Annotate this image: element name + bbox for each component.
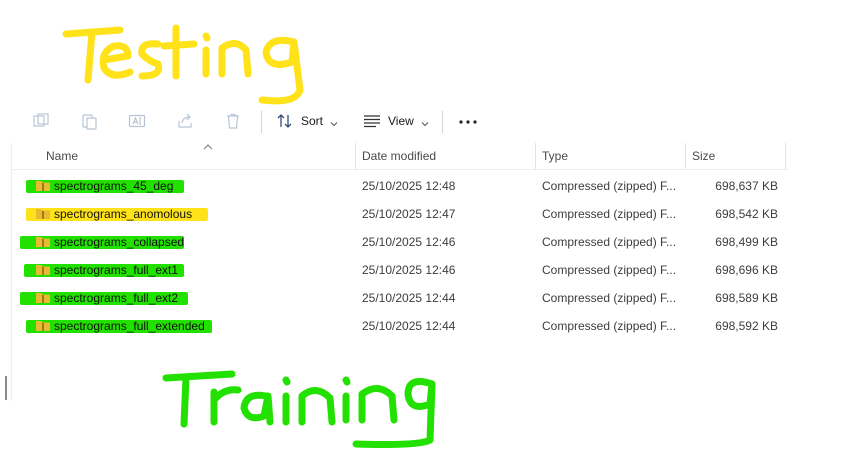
file-name: spectrograms_full_ext2 [54,291,179,305]
sort-button[interactable]: Sort [276,109,338,133]
new-item-icon[interactable] [32,112,50,130]
sort-ascending-icon [203,138,213,150]
zip-folder-icon [36,236,50,247]
column-resizer[interactable] [535,143,536,169]
column-resizer[interactable] [685,143,686,169]
zip-folder-icon [36,208,50,219]
column-name[interactable]: Name [46,143,78,169]
zip-folder-icon [36,264,50,275]
column-size[interactable]: Size [692,143,715,169]
file-name: spectrograms_full_extended [54,319,205,333]
file-date: 25/10/2025 12:47 [362,207,456,221]
file-type: Compressed (zipped) F... [542,319,677,333]
sort-icon [276,112,294,130]
sort-label: Sort [301,114,324,128]
file-size: 698,499 KB [715,235,778,249]
view-icon [363,112,381,130]
zip-folder-icon [36,292,50,303]
file-row[interactable]: spectrograms_45_deg 25/10/2025 12:48 Com… [12,172,788,200]
column-resizer[interactable] [785,143,786,169]
rename-icon[interactable] [128,112,146,130]
file-row[interactable]: spectrograms_anomolous 25/10/2025 12:47 … [12,200,788,228]
file-size: 698,589 KB [715,291,778,305]
column-type[interactable]: Type [542,143,568,169]
copy-icon[interactable] [80,112,98,130]
view-button[interactable]: View [363,109,429,133]
file-size: 698,637 KB [715,179,778,193]
file-size: 698,592 KB [715,319,778,333]
file-date: 25/10/2025 12:46 [362,263,456,277]
zip-folder-icon [36,180,50,191]
file-size: 698,696 KB [715,263,778,277]
file-type: Compressed (zipped) F... [542,207,677,221]
file-row[interactable]: spectrograms_full_ext1 25/10/2025 12:46 … [12,256,788,284]
file-type: Compressed (zipped) F... [542,235,677,249]
file-name: spectrograms_collapsed [54,235,185,249]
file-list: spectrograms_45_deg 25/10/2025 12:48 Com… [12,172,788,340]
file-type: Compressed (zipped) F... [542,263,677,277]
file-date: 25/10/2025 12:48 [362,179,456,193]
view-label: View [388,114,414,128]
file-type: Compressed (zipped) F... [542,179,677,193]
zip-folder-icon [36,320,50,331]
share-icon[interactable] [176,112,194,130]
chevron-down-icon [330,117,338,127]
toolbar-divider [261,111,262,133]
file-size: 698,542 KB [715,207,778,221]
chevron-down-icon [421,117,429,127]
more-options-button[interactable] [457,115,479,127]
file-date: 25/10/2025 12:46 [362,235,456,249]
delete-icon[interactable] [224,112,242,130]
file-row[interactable]: spectrograms_collapsed 25/10/2025 12:46 … [12,228,788,256]
file-row[interactable]: spectrograms_full_extended 25/10/2025 12… [12,312,788,340]
toolbar-divider [442,111,443,133]
scrollbar-thumb[interactable] [5,376,7,400]
file-type: Compressed (zipped) F... [542,291,677,305]
file-row[interactable]: spectrograms_full_ext2 25/10/2025 12:44 … [12,284,788,312]
file-date: 25/10/2025 12:44 [362,291,456,305]
column-resizer[interactable] [355,143,356,169]
command-bar: Sort View [0,104,864,138]
more-icon [459,120,477,124]
file-name: spectrograms_full_ext1 [54,263,179,277]
column-date-modified[interactable]: Date modified [362,143,436,169]
file-date: 25/10/2025 12:44 [362,319,456,333]
file-name: spectrograms_45_deg [54,179,174,193]
file-name: spectrograms_anomolous [54,207,193,221]
column-header: Name Date modified Type Size [12,143,788,170]
